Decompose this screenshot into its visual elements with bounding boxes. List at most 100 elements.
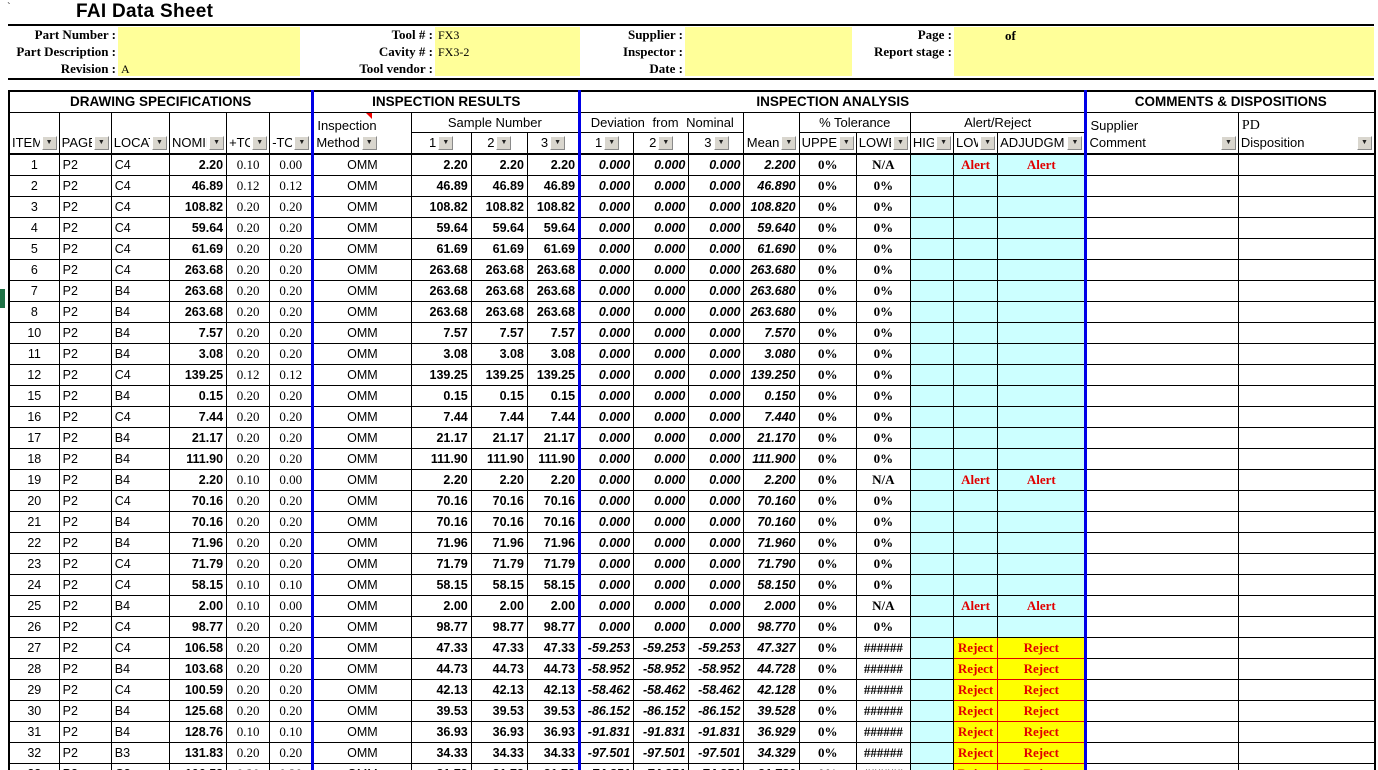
cell-upper-pct[interactable]: 0% — [799, 323, 856, 344]
cell-item[interactable]: 8 — [9, 302, 59, 323]
cell-lower-pct[interactable]: 0% — [856, 617, 910, 638]
cell-upper-pct[interactable]: 0% — [799, 554, 856, 575]
cell-sample-1[interactable]: 34.33 — [411, 743, 471, 764]
cell-location[interactable]: B4 — [111, 323, 169, 344]
cell-sample-3[interactable]: 44.73 — [527, 659, 579, 680]
filter-dropdown-low[interactable]: ▼ — [980, 136, 995, 150]
cell-upper-pct[interactable]: 0% — [799, 239, 856, 260]
cell-plus-tol[interactable]: 0.12 — [227, 365, 270, 386]
filter-dropdown-sample-1[interactable]: ▼ — [438, 136, 453, 150]
cell-nominal[interactable]: 128.76 — [169, 722, 226, 743]
cell-lower-pct[interactable]: ###### — [856, 722, 910, 743]
filter-dropdown-lower[interactable]: ▼ — [893, 136, 908, 150]
cell-minus-tol[interactable]: 0.20 — [270, 344, 313, 365]
cell-supplier-comment[interactable] — [1086, 617, 1238, 638]
cell-method[interactable]: OMM — [313, 197, 411, 218]
tool-number-value[interactable]: FX3 — [435, 27, 580, 44]
cell-high-flag[interactable] — [910, 554, 953, 575]
cell-minus-tol[interactable]: 0.20 — [270, 260, 313, 281]
cell-adjudgment[interactable] — [998, 323, 1086, 344]
cell-deviation-1[interactable]: 0.000 — [580, 239, 634, 260]
cell-sample-2[interactable]: 46.89 — [471, 176, 527, 197]
cell-upper-pct[interactable]: 0% — [799, 512, 856, 533]
cell-sample-2[interactable]: 108.82 — [471, 197, 527, 218]
cell-page[interactable]: P2 — [59, 239, 111, 260]
cell-high-flag[interactable] — [910, 617, 953, 638]
filter-dropdown-location[interactable]: ▼ — [152, 136, 167, 150]
cell-page[interactable]: P2 — [59, 407, 111, 428]
cell-sample-3[interactable]: 263.68 — [527, 281, 579, 302]
cell-lower-pct[interactable]: 0% — [856, 302, 910, 323]
cell-pd-disposition[interactable] — [1238, 302, 1375, 323]
cell-deviation-1[interactable]: 0.000 — [580, 176, 634, 197]
cell-method[interactable]: OMM — [313, 533, 411, 554]
cell-deviation-1[interactable]: 0.000 — [580, 449, 634, 470]
cell-low-flag[interactable] — [954, 302, 998, 323]
cell-minus-tol[interactable]: 0.20 — [270, 428, 313, 449]
cell-lower-pct[interactable]: 0% — [856, 176, 910, 197]
cell-nominal[interactable]: 263.68 — [169, 302, 226, 323]
cell-mean[interactable]: 58.150 — [744, 575, 799, 596]
cell-deviation-1[interactable]: 0.000 — [580, 554, 634, 575]
cell-lower-pct[interactable]: 0% — [856, 197, 910, 218]
cell-adjudgment[interactable] — [998, 260, 1086, 281]
cell-supplier-comment[interactable] — [1086, 365, 1238, 386]
cell-deviation-3[interactable]: 0.000 — [689, 365, 744, 386]
cell-pd-disposition[interactable] — [1238, 323, 1375, 344]
cell-high-flag[interactable] — [910, 533, 953, 554]
cell-mean[interactable]: 2.200 — [744, 154, 799, 176]
cell-pd-disposition[interactable] — [1238, 617, 1375, 638]
cell-plus-tol[interactable]: 0.20 — [227, 428, 270, 449]
cell-deviation-3[interactable]: -86.152 — [689, 701, 744, 722]
cell-location[interactable]: B4 — [111, 470, 169, 491]
cell-minus-tol[interactable]: 0.20 — [270, 218, 313, 239]
cell-item[interactable]: 18 — [9, 449, 59, 470]
cell-sample-1[interactable]: 263.68 — [411, 302, 471, 323]
cell-method[interactable]: OMM — [313, 260, 411, 281]
cell-deviation-3[interactable]: 0.000 — [689, 575, 744, 596]
cell-sample-1[interactable]: 47.33 — [411, 638, 471, 659]
cell-lower-pct[interactable]: 0% — [856, 218, 910, 239]
cell-pd-disposition[interactable] — [1238, 154, 1375, 176]
cell-location[interactable]: B4 — [111, 512, 169, 533]
cell-method[interactable]: OMM — [313, 470, 411, 491]
cell-page[interactable]: P2 — [59, 596, 111, 617]
cell-deviation-1[interactable]: 0.000 — [580, 197, 634, 218]
cell-adjudgment[interactable] — [998, 239, 1086, 260]
cell-deviation-3[interactable]: 0.000 — [689, 260, 744, 281]
cell-deviation-2[interactable]: 0.000 — [634, 554, 689, 575]
cell-method[interactable]: OMM — [313, 449, 411, 470]
cell-pd-disposition[interactable] — [1238, 659, 1375, 680]
cell-sample-3[interactable]: 59.64 — [527, 218, 579, 239]
cell-deviation-3[interactable]: 0.000 — [689, 344, 744, 365]
cell-pd-disposition[interactable] — [1238, 680, 1375, 701]
cell-upper-pct[interactable]: 0% — [799, 470, 856, 491]
cell-high-flag[interactable] — [910, 344, 953, 365]
cell-minus-tol[interactable]: 0.12 — [270, 365, 313, 386]
cell-item[interactable]: 25 — [9, 596, 59, 617]
cell-sample-2[interactable]: 139.25 — [471, 365, 527, 386]
cell-mean[interactable]: 39.528 — [744, 701, 799, 722]
cell-deviation-1[interactable]: 0.000 — [580, 323, 634, 344]
cell-lower-pct[interactable]: 0% — [856, 281, 910, 302]
cell-deviation-2[interactable]: -58.462 — [634, 680, 689, 701]
cell-item[interactable]: 20 — [9, 491, 59, 512]
cell-lower-pct[interactable]: 0% — [856, 428, 910, 449]
cell-method[interactable]: OMM — [313, 512, 411, 533]
cell-sample-1[interactable]: 61.69 — [411, 239, 471, 260]
cell-location[interactable]: B4 — [111, 386, 169, 407]
cell-sample-3[interactable]: 70.16 — [527, 491, 579, 512]
page-input-block[interactable]: of — [954, 27, 1374, 76]
cell-pd-disposition[interactable] — [1238, 281, 1375, 302]
cell-page[interactable]: P2 — [59, 491, 111, 512]
cell-high-flag[interactable] — [910, 512, 953, 533]
cell-lower-pct[interactable]: 0% — [856, 323, 910, 344]
revision-value[interactable]: A — [118, 61, 300, 78]
cell-low-flag[interactable] — [954, 407, 998, 428]
cell-nominal[interactable]: 108.82 — [169, 197, 226, 218]
cell-upper-pct[interactable]: 0% — [799, 176, 856, 197]
cell-sample-2[interactable]: 7.57 — [471, 323, 527, 344]
cell-location[interactable]: B4 — [111, 533, 169, 554]
cell-low-flag[interactable]: Reject — [954, 659, 998, 680]
cell-method[interactable]: OMM — [313, 281, 411, 302]
